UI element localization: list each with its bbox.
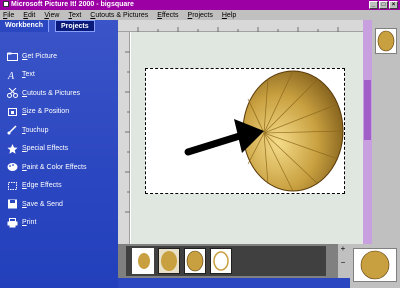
edge-icon: [6, 181, 18, 191]
menu-edit[interactable]: Edit: [23, 12, 35, 19]
sidebar-item-label: Touchup: [22, 126, 49, 134]
filmstrip-frame[interactable]: [210, 248, 232, 274]
filmstrip-track: [126, 246, 326, 276]
menu-cutouts-pictures[interactable]: Cutouts & Pictures: [90, 12, 148, 19]
sidebar-item-touchup[interactable]: Touchup: [0, 121, 118, 140]
sidebar-item-label: Text: [22, 71, 35, 79]
zoom-out-button[interactable]: −: [338, 258, 348, 268]
filmstrip-frame[interactable]: [132, 248, 154, 274]
sidebar-item-size-position[interactable]: Size & Position: [0, 103, 118, 122]
window-title: Microsoft Picture It! 2000 - bigsquare: [11, 1, 134, 8]
sidebar-item-save-send[interactable]: Save & Send: [0, 195, 118, 214]
menu-help[interactable]: Help: [222, 12, 236, 19]
sidebar-item-paint-color-effects[interactable]: Paint & Color Effects: [0, 158, 118, 177]
sidebar-item-label: Get Picture: [22, 52, 58, 60]
scrollbar-thumb[interactable]: [364, 80, 371, 140]
tab-workbench[interactable]: Workbench: [0, 20, 49, 32]
sidebar-item-print[interactable]: Print: [0, 214, 118, 233]
tab-projects[interactable]: Projects: [55, 20, 95, 32]
sidebar-item-cutouts-pictures[interactable]: Cutouts & Pictures: [0, 84, 118, 103]
tray-thumbnail[interactable]: [375, 28, 397, 54]
preview-panel: [350, 244, 400, 288]
menu-text[interactable]: Text: [68, 12, 81, 19]
picture-frame[interactable]: [145, 68, 345, 194]
sidebar-item-label: Edge Effects: [22, 182, 62, 190]
window-controls: _ □ ×: [369, 1, 398, 9]
workspace: [118, 20, 372, 244]
zoom-in-button[interactable]: +: [338, 244, 348, 254]
vertical-ruler: [118, 32, 130, 244]
maximize-button[interactable]: □: [379, 1, 388, 9]
filmstrip-frame[interactable]: [158, 248, 180, 274]
sidebar-item-text[interactable]: A Text: [0, 66, 118, 85]
workbench-sidebar: Workbench Projects Get Picture A Text Cu…: [0, 20, 118, 288]
vertical-scrollbar[interactable]: [363, 20, 372, 244]
close-button[interactable]: ×: [389, 1, 398, 9]
sidebar-item-special-effects[interactable]: Special Effects: [0, 140, 118, 159]
menu-effects[interactable]: Effects: [157, 12, 178, 19]
sidebar-item-label: Paint & Color Effects: [22, 163, 87, 171]
canvas-area[interactable]: [131, 32, 363, 244]
menu-file[interactable]: File: [3, 12, 14, 19]
brush-icon: [6, 125, 18, 135]
star-icon: [6, 143, 18, 154]
filmstrip: [118, 244, 338, 278]
sidebar-item-get-picture[interactable]: Get Picture: [0, 47, 118, 66]
folder-icon: [6, 51, 18, 61]
title-bar: Microsoft Picture It! 2000 - bigsquare _…: [0, 0, 400, 10]
palette-icon: [6, 162, 18, 172]
sidebar-item-edge-effects[interactable]: Edge Effects: [0, 177, 118, 196]
horizontal-ruler: [118, 20, 372, 32]
menu-bar: File Edit View Text Cutouts & Pictures E…: [0, 10, 400, 20]
task-list: Get Picture A Text Cutouts & Pictures Si…: [0, 47, 118, 232]
sidebar-item-label: Print: [22, 219, 37, 227]
sidebar-item-label: Size & Position: [22, 108, 70, 116]
gold-sunburst-image[interactable]: [146, 69, 346, 195]
filmstrip-frame[interactable]: [184, 248, 206, 274]
menu-view[interactable]: View: [44, 12, 59, 19]
bottom-bar: [118, 278, 350, 288]
sidebar-tabs: Workbench Projects: [0, 20, 118, 32]
disk-icon: [6, 199, 18, 209]
scissors-icon: [6, 88, 18, 99]
menu-projects[interactable]: Projects: [188, 12, 213, 19]
printer-icon: [6, 217, 18, 228]
sidebar-item-label: Cutouts & Pictures: [22, 89, 80, 97]
sidebar-item-label: Save & Send: [22, 200, 63, 208]
svg-text:A: A: [7, 71, 15, 80]
app-icon[interactable]: [3, 1, 9, 7]
resize-icon: [6, 107, 18, 117]
minimize-button[interactable]: _: [369, 1, 378, 9]
sidebar-item-label: Special Effects: [22, 145, 69, 153]
text-a-icon: A: [6, 70, 18, 80]
preview-thumbnail[interactable]: [353, 248, 397, 282]
